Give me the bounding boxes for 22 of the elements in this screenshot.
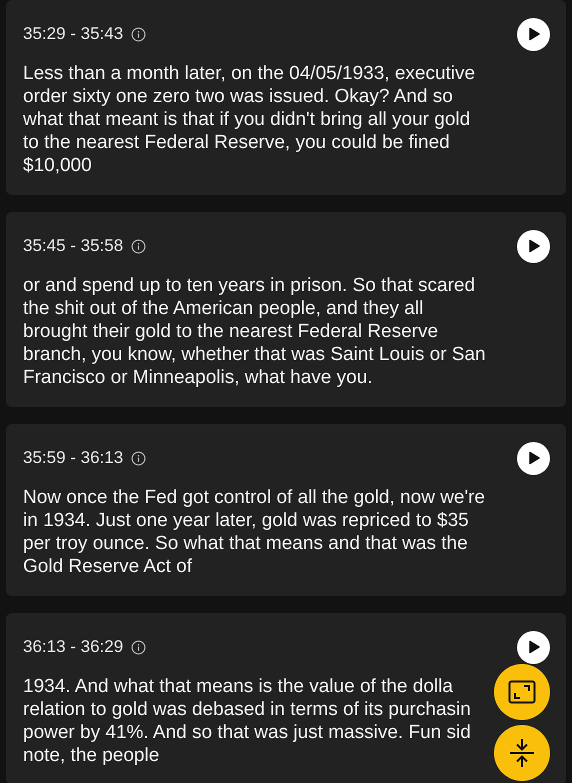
transcript-text: Now once the Fed got control of all the gold, now we're in 1934. Just one year later, gold was repriced to $35 per troy ounce. So what that means and that was the Gold Reserve Act of (23, 486, 486, 578)
transcript-text: or and spend up to ten years in prison. So that scared the shit out of the American people, and they all brought their gold to the nearest Federal Reserve branch, you know, whether that was Saint Louis or San Francisco or Minneapolis, what have you. (23, 274, 486, 389)
timestamp: 35:59 - 36:13 (23, 447, 124, 470)
play-button[interactable] (517, 230, 550, 262)
play-button[interactable] (517, 630, 550, 664)
play-button[interactable] (517, 442, 550, 474)
info-icon (131, 450, 146, 466)
info-icon (131, 238, 146, 254)
timestamp: 35:29 - 35:43 (23, 23, 124, 46)
transcript-text: 1934. And what that means is the value of the dolla relation to gold was debased in terms of its purchasin power by 41%. And so that was just massive. Fun sid note, the people (23, 675, 471, 767)
transcript-text: Less than a month later, on the 04/05/1933, executive order sixty one zero two was issued. Okay? And so what that meant is that if you didn't bring all your gold to the nearest Federal Reserve, you could be fined $10,000 (23, 62, 476, 177)
timestamp: 36:13 - 36:29 (23, 636, 124, 658)
play-icon (528, 239, 540, 253)
expand-icon (508, 680, 536, 704)
info-icon (131, 640, 146, 654)
play-icon (528, 451, 540, 465)
play-button[interactable] (517, 18, 550, 50)
info-icon (131, 26, 146, 42)
play-icon (528, 640, 540, 654)
collapse-icon (509, 738, 535, 768)
play-icon (528, 27, 540, 41)
timestamp: 35:45 - 35:58 (23, 235, 124, 258)
